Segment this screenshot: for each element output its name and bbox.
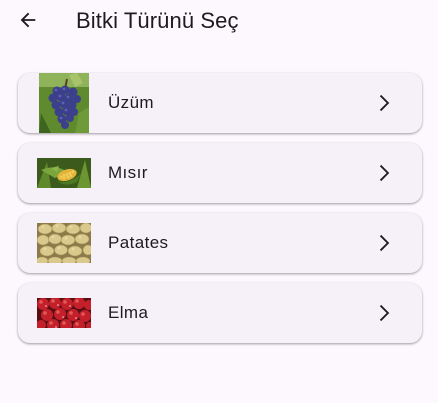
page-title: Bitki Türünü Seç bbox=[76, 8, 239, 33]
chevron-right-icon bbox=[379, 94, 390, 112]
arrow-back-icon bbox=[20, 12, 36, 28]
app-bar: Bitki Türünü Seç bbox=[0, 0, 438, 44]
back-button[interactable] bbox=[14, 6, 42, 34]
plant-list: Üzüm Mısır Patates Elma bbox=[18, 73, 422, 353]
plant-item-label: Elma bbox=[108, 303, 149, 322]
potatoes-thumbnail bbox=[36, 213, 92, 273]
chevron-right-icon bbox=[379, 164, 390, 182]
grapes-thumbnail bbox=[36, 73, 92, 133]
chevron-right-icon bbox=[379, 234, 390, 252]
plant-item-label: Üzüm bbox=[108, 93, 154, 112]
plant-item-misir[interactable]: Mısır bbox=[18, 143, 422, 203]
plant-item-elma[interactable]: Elma bbox=[18, 283, 422, 343]
plant-item-patates[interactable]: Patates bbox=[18, 213, 422, 273]
plant-item-label: Patates bbox=[108, 233, 169, 252]
chevron-right-icon bbox=[379, 304, 390, 322]
plant-item-uzum[interactable]: Üzüm bbox=[18, 73, 422, 133]
apples-thumbnail bbox=[36, 283, 92, 343]
corn-thumbnail bbox=[36, 143, 92, 203]
plant-item-label: Mısır bbox=[108, 163, 148, 182]
